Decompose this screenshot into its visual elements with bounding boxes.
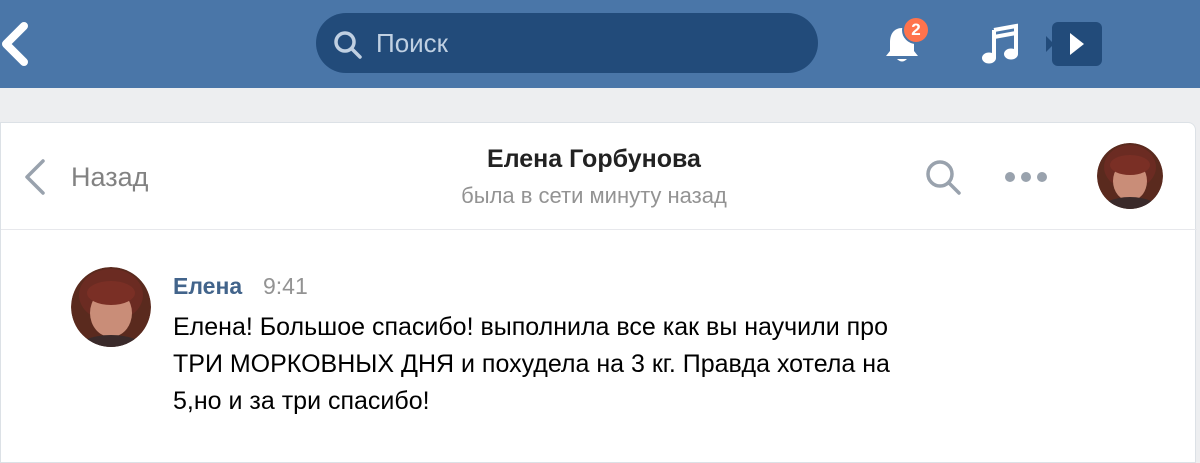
music-note-icon[interactable]	[980, 22, 1022, 66]
conversation-panel: Назад Елена Горбунова была в сети минуту…	[0, 122, 1197, 463]
search-input[interactable]: Поиск	[316, 13, 818, 73]
more-options-icon[interactable]	[1003, 165, 1049, 189]
message-line: 5,но и за три спасибо!	[173, 387, 430, 415]
message-line: ТРИ МОРКОВНЫХ ДНЯ и похудела на 3 кг. Пр…	[173, 350, 890, 378]
message-line: Елена! Большое спасибо! выполнила все ка…	[173, 313, 888, 341]
search-messages-icon[interactable]	[923, 157, 963, 197]
notification-badge: 2	[902, 16, 930, 44]
message-time[interactable]: 9:41	[263, 273, 308, 300]
search-icon	[334, 31, 362, 59]
message-author-name[interactable]: Елена	[173, 273, 242, 300]
vk-back-chevron-icon[interactable]	[0, 22, 30, 66]
search-placeholder: Поиск	[376, 28, 449, 58]
video-player-icon[interactable]	[1044, 22, 1102, 66]
message-author-avatar[interactable]	[71, 267, 151, 347]
message-text: Елена! Большое спасибо! выполнила все ка…	[173, 309, 1033, 420]
top-navigation-bar: Поиск 2	[0, 0, 1200, 88]
header-divider	[1, 229, 1197, 230]
peer-avatar[interactable]	[1097, 143, 1163, 209]
